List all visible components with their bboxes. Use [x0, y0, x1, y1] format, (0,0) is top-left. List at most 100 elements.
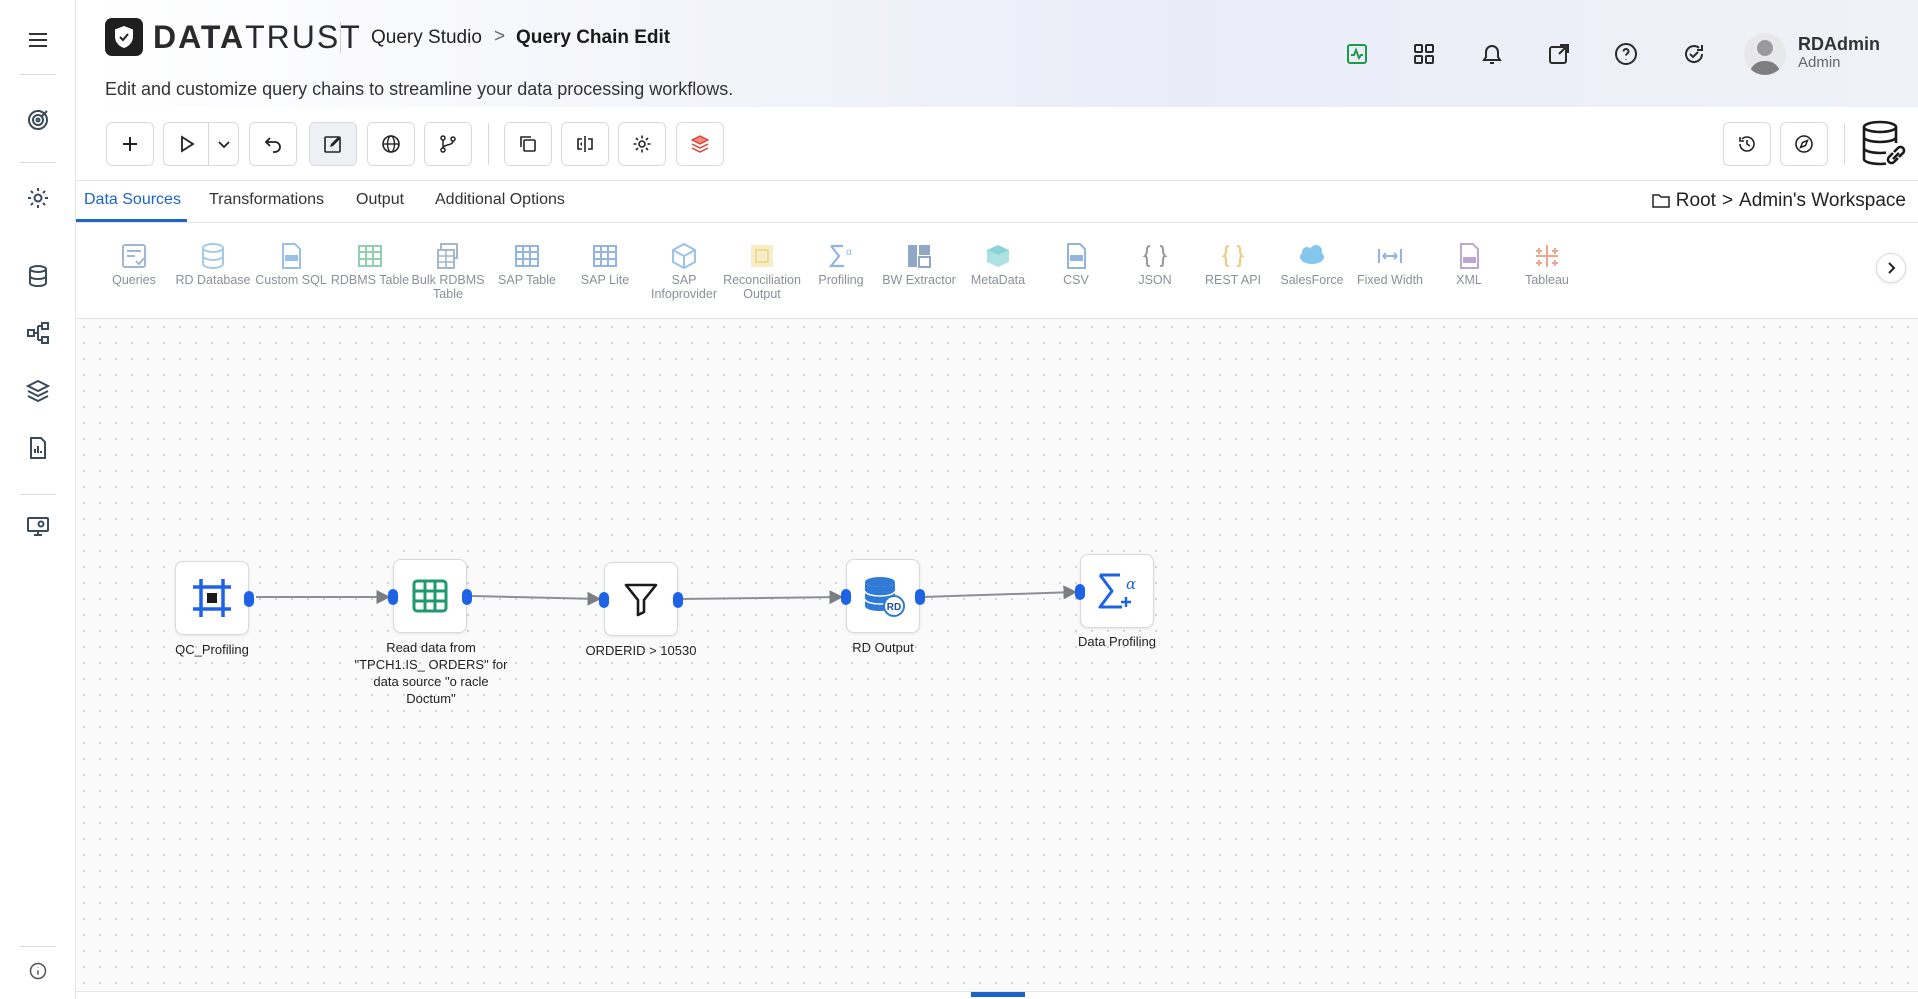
- copy-button[interactable]: [504, 122, 552, 166]
- component-sap-table[interactable]: SAP Table: [481, 241, 573, 287]
- table-icon: [412, 579, 448, 613]
- settings-button[interactable]: [618, 122, 666, 166]
- branch-icon: [440, 135, 456, 153]
- query-chain-canvas[interactable]: QC_Profiling Read data from "TPCH1.IS_ O…: [76, 319, 1918, 991]
- layers-stack-button[interactable]: [676, 122, 724, 166]
- output-port[interactable]: [244, 591, 254, 607]
- workspace-breadcrumb[interactable]: Root > Admin's Workspace: [1652, 190, 1906, 212]
- node-filter[interactable]: [599, 562, 683, 636]
- input-port[interactable]: [1075, 584, 1085, 600]
- component-salesforce[interactable]: SalesForce: [1266, 241, 1358, 287]
- history-button[interactable]: [1723, 122, 1771, 166]
- component-label: SAP Infoprovider: [650, 273, 717, 301]
- logo-wordmark: DATATRUST: [153, 18, 362, 55]
- user-name[interactable]: RDAdmin: [1798, 34, 1880, 55]
- component-label: MetaData: [970, 273, 1026, 287]
- undo-button[interactable]: [249, 122, 297, 166]
- page-title: Query Chain Edit: [516, 27, 671, 48]
- input-port[interactable]: [388, 589, 398, 605]
- page-subtitle: Edit and customize query chains to strea…: [105, 79, 734, 99]
- component-profiling[interactable]: α Profiling: [795, 241, 887, 287]
- scroll-indicator[interactable]: [971, 992, 1025, 997]
- node-read-data[interactable]: [388, 559, 472, 633]
- tab-data-sources[interactable]: Data Sources: [84, 191, 181, 209]
- help-icon[interactable]: [1610, 38, 1642, 70]
- run-button[interactable]: [163, 122, 239, 166]
- output-port[interactable]: [673, 592, 683, 608]
- database-link-icon[interactable]: [1859, 119, 1909, 169]
- monitor-icon[interactable]: [22, 510, 54, 542]
- compass-button[interactable]: [1780, 122, 1828, 166]
- node-label: RD Output: [852, 640, 914, 655]
- branch-button[interactable]: [424, 122, 472, 166]
- component-label: SalesForce: [1280, 273, 1344, 287]
- settings-icon[interactable]: [22, 182, 54, 214]
- component-json[interactable]: JSON: [1109, 241, 1201, 287]
- component-xml[interactable]: XML: [1423, 241, 1515, 287]
- output-port[interactable]: [462, 589, 472, 605]
- output-port[interactable]: [915, 589, 925, 605]
- menu-icon[interactable]: [22, 24, 54, 56]
- tab-additional-options[interactable]: Additional Options: [435, 191, 565, 209]
- tab-output[interactable]: Output: [356, 191, 404, 209]
- tab-bar: Data Sources Transformations Output Addi…: [76, 181, 1918, 223]
- report-icon[interactable]: [22, 432, 54, 464]
- bulk-rdbms-table-icon: [433, 241, 463, 271]
- component-sap-infoprovider[interactable]: SAP Infoprovider: [638, 241, 730, 301]
- bw-extractor-icon: [904, 241, 934, 271]
- folder-icon: [1652, 194, 1670, 208]
- add-icon: [123, 137, 137, 151]
- node-rd-output[interactable]: RD: [841, 559, 925, 633]
- info-icon[interactable]: [22, 955, 54, 987]
- input-port[interactable]: [599, 592, 609, 608]
- refresh-check-icon[interactable]: [1678, 38, 1710, 70]
- breadcrumb-query-studio[interactable]: Query Studio: [371, 27, 482, 49]
- datatrust-logo[interactable]: DATATRUST: [105, 18, 362, 56]
- custom-sql-icon: [276, 241, 306, 271]
- sap-lite-icon: [590, 241, 620, 271]
- component-label: RDBMS Table: [330, 273, 410, 287]
- bottom-scroll-bar[interactable]: [76, 991, 1918, 999]
- flow-icon[interactable]: [22, 317, 54, 349]
- component-label: XML: [1456, 273, 1482, 287]
- rdbms-table-icon: [355, 241, 385, 271]
- compare-icon: [577, 136, 593, 152]
- component-rdbms-table[interactable]: RDBMS Table: [324, 241, 416, 287]
- tableau-icon: [1532, 241, 1562, 271]
- workspace-root[interactable]: Root: [1676, 190, 1716, 212]
- avatar[interactable]: [1744, 33, 1786, 75]
- layers-icon[interactable]: [22, 374, 54, 406]
- edit-button[interactable]: [309, 122, 357, 166]
- frame-icon: [193, 579, 231, 617]
- external-link-icon[interactable]: [1543, 38, 1575, 70]
- component-rd-database[interactable]: RD Database: [167, 241, 259, 287]
- target-icon[interactable]: [22, 104, 54, 136]
- component-queries[interactable]: Queries: [88, 241, 180, 287]
- database-icon[interactable]: [22, 260, 54, 292]
- add-button[interactable]: [106, 122, 154, 166]
- globe-button[interactable]: [367, 122, 415, 166]
- input-port[interactable]: [841, 589, 851, 605]
- node-label: Read data from "TPCH1.IS_ ORDERS" for da…: [354, 640, 508, 706]
- node-qc-profiling[interactable]: [175, 561, 254, 635]
- compare-button[interactable]: [561, 122, 609, 166]
- tab-transformations[interactable]: Transformations: [209, 191, 324, 209]
- bell-icon[interactable]: [1476, 38, 1508, 70]
- edge-output-to-profiling: [921, 585, 1078, 600]
- filter-icon: [624, 583, 658, 617]
- node-label: ORDERID > 10530: [585, 643, 697, 658]
- node-label: QC_Profiling: [175, 642, 249, 657]
- xml-icon: [1454, 241, 1484, 271]
- node-data-profiling[interactable]: α: [1075, 554, 1154, 628]
- component-label: Profiling: [818, 273, 864, 287]
- json-icon: [1140, 241, 1170, 271]
- component-metadata[interactable]: MetaData: [952, 241, 1044, 287]
- activity-icon[interactable]: [1341, 38, 1373, 70]
- apps-grid-icon[interactable]: [1408, 38, 1440, 70]
- rail-divider: [20, 162, 56, 163]
- globe-icon: [382, 135, 400, 153]
- workspace-name[interactable]: Admin's Workspace: [1739, 190, 1906, 212]
- chevron-right-icon: [1888, 262, 1896, 274]
- palette-scroll-right-button[interactable]: [1876, 253, 1906, 283]
- component-label: SAP Table: [498, 273, 556, 287]
